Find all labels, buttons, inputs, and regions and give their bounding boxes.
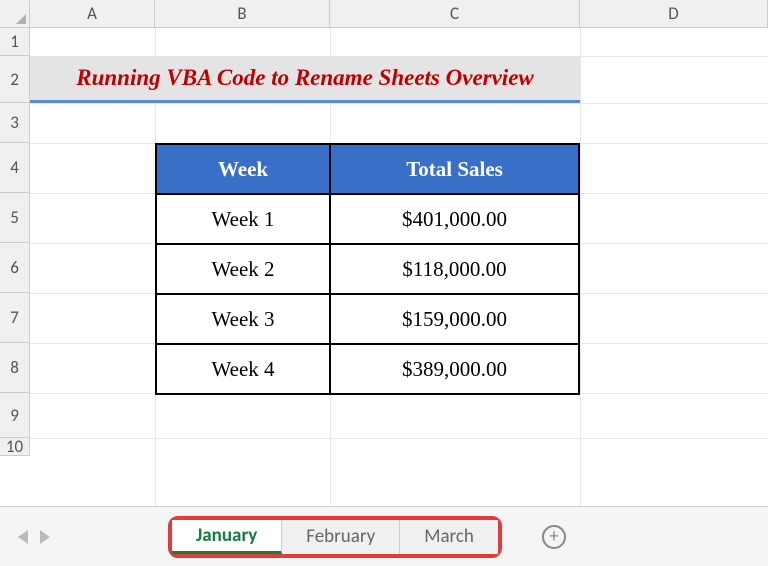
col-header-A[interactable]: A (30, 0, 155, 28)
tab-february[interactable]: February (282, 520, 400, 554)
col-header-C[interactable]: C (330, 0, 580, 28)
cell-week[interactable]: Week 3 (156, 294, 330, 344)
row-header-2[interactable]: 2 (0, 56, 30, 103)
th-week: Week (156, 144, 330, 194)
data-table: Week Total Sales Week 1 $401,000.00 Week… (155, 143, 580, 395)
col-header-B[interactable]: B (155, 0, 330, 28)
tab-march[interactable]: March (400, 520, 498, 554)
tab-january[interactable]: January (172, 520, 282, 554)
cell-sales[interactable]: $118,000.00 (330, 244, 579, 294)
gridline (30, 438, 768, 439)
row-header-1[interactable]: 1 (0, 28, 30, 56)
tab-nav-prev-icon[interactable] (18, 530, 28, 544)
tab-nav-next-icon[interactable] (40, 530, 50, 544)
plus-icon: + (549, 525, 558, 548)
sheet-tab-bar: January February March + (0, 506, 768, 566)
cell-week[interactable]: Week 1 (156, 194, 330, 244)
table-row: Week 1 $401,000.00 (156, 194, 579, 244)
row-header-5[interactable]: 5 (0, 193, 30, 243)
cell-sales[interactable]: $401,000.00 (330, 194, 579, 244)
select-all-corner[interactable] (0, 0, 30, 28)
tab-label: February (306, 525, 375, 548)
page-title: Running VBA Code to Rename Sheets Overvi… (30, 56, 580, 103)
grid-body[interactable]: Running VBA Code to Rename Sheets Overvi… (30, 28, 768, 534)
cell-sales[interactable]: $159,000.00 (330, 294, 579, 344)
table-row: Week 4 $389,000.00 (156, 344, 579, 394)
th-total-sales: Total Sales (330, 144, 579, 194)
row-header-4[interactable]: 4 (0, 143, 30, 193)
row-header-8[interactable]: 8 (0, 343, 30, 393)
highlighted-tabs: January February March (168, 516, 502, 558)
row-header-9[interactable]: 9 (0, 393, 30, 438)
row-headers: 1 2 3 4 5 6 7 8 9 10 (0, 28, 30, 534)
row-header-6[interactable]: 6 (0, 243, 30, 293)
cell-week[interactable]: Week 4 (156, 344, 330, 394)
column-headers: A B C D (30, 0, 768, 28)
gridline (30, 103, 768, 104)
row-header-7[interactable]: 7 (0, 293, 30, 343)
col-header-D[interactable]: D (580, 0, 768, 28)
row-header-10[interactable]: 10 (0, 438, 30, 456)
add-sheet-button[interactable]: + (542, 525, 566, 549)
table-row: Week 2 $118,000.00 (156, 244, 579, 294)
row-header-3[interactable]: 3 (0, 103, 30, 143)
cell-week[interactable]: Week 2 (156, 244, 330, 294)
cell-sales[interactable]: $389,000.00 (330, 344, 579, 394)
table-row: Week 3 $159,000.00 (156, 294, 579, 344)
